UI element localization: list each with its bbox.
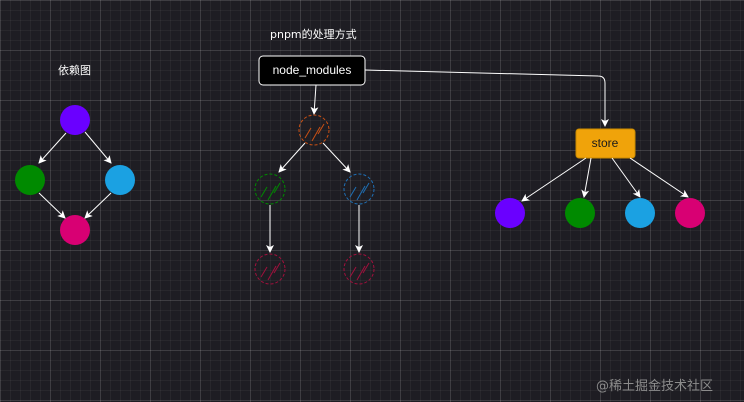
- left-arrow-blue-pink: [84, 192, 112, 219]
- left-arrow-purple-blue: [84, 131, 112, 164]
- hatched-node-root: [298, 114, 330, 146]
- left-node-blue: [105, 165, 135, 195]
- left-node-green: [15, 165, 45, 195]
- hatched-node-blue: [343, 173, 375, 205]
- arrow-store-to-purple: [521, 157, 587, 202]
- arrow-store-to-green: [581, 157, 592, 198]
- left-node-pink: [60, 215, 90, 245]
- arrow-store-to-blue: [611, 157, 641, 198]
- arrow-node-modules-to-root: [310, 84, 319, 115]
- diagram-canvas: 依赖图 pnpm的处理方式 node_modules store @稀土掘金技术…: [15, 27, 713, 394]
- store-node-purple: [495, 198, 525, 228]
- hatched-node-pink-left: [254, 253, 286, 285]
- left-arrow-purple-green: [38, 132, 67, 164]
- arrow-root-to-green: [278, 142, 306, 173]
- store-node-green: [565, 198, 595, 228]
- left-title: 依赖图: [58, 64, 91, 77]
- store-label: store: [592, 136, 619, 150]
- hatched-node-green: [254, 173, 286, 205]
- node-modules-label: node_modules: [273, 63, 352, 77]
- hatched-node-pink-right: [343, 253, 375, 285]
- middle-title: pnpm的处理方式: [270, 27, 357, 41]
- arrow-store-to-pink: [629, 157, 689, 198]
- store-node-blue: [625, 198, 655, 228]
- store-node-pink: [675, 198, 705, 228]
- left-arrow-green-pink: [38, 192, 66, 219]
- left-node-purple: [60, 105, 90, 135]
- arrow-node-modules-to-store: [364, 69, 609, 127]
- watermark-text: @稀土掘金技术社区: [596, 378, 713, 394]
- arrow-root-to-blue: [322, 142, 351, 173]
